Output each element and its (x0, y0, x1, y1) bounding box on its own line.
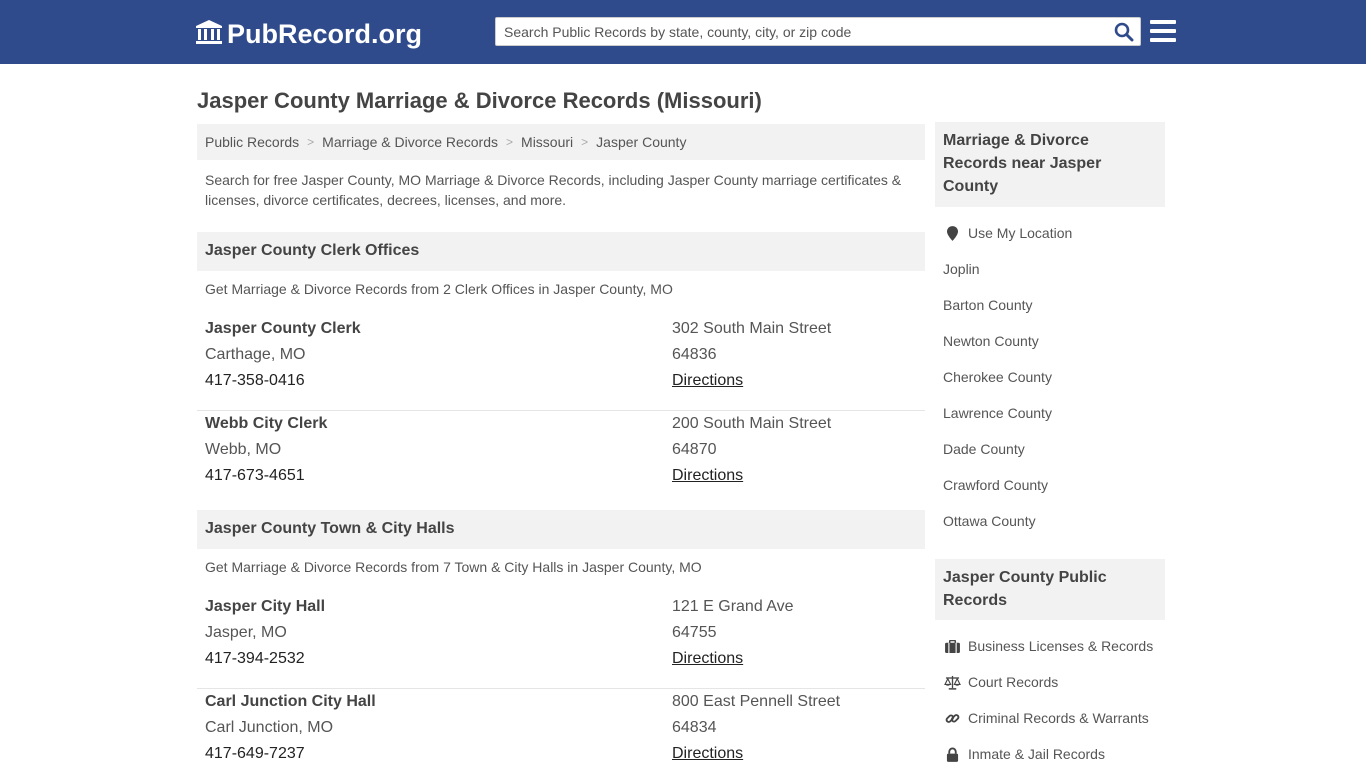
sidebar-item-lawrence-county[interactable]: Lawrence County (943, 395, 1072, 431)
breadcrumb-marriage-divorce[interactable]: Marriage & Divorce Records (322, 134, 498, 150)
sidebar-item-barton-county[interactable]: Barton County (943, 287, 1072, 323)
sidebar-item-label: Court Records (968, 674, 1059, 690)
directions-link[interactable]: Directions (672, 372, 743, 389)
office-phone[interactable]: 417-358-0416 (205, 368, 361, 394)
office-listing: Webb City Clerk Webb, MO 417-673-4651 20… (197, 411, 925, 506)
use-my-location-link[interactable]: Use My Location (943, 215, 1072, 251)
office-street: 121 E Grand Ave (672, 598, 794, 615)
breadcrumb-separator: > (581, 135, 589, 149)
sidebar-heading-public-records: Jasper County Public Records (935, 559, 1165, 620)
breadcrumb-separator: > (506, 135, 514, 149)
office-street: 200 South Main Street (672, 415, 832, 432)
office-name: Jasper City Hall (205, 598, 326, 615)
section-subtitle-city-halls: Get Marriage & Divorce Records from 7 To… (205, 559, 702, 575)
sidebar-item-criminal-records[interactable]: Criminal Records & Warrants (943, 700, 1153, 736)
office-city: Webb, MO (205, 441, 282, 458)
sidebar-nearby-list: Use My Location Joplin Barton County New… (943, 215, 1072, 539)
office-street: 302 South Main Street (672, 320, 832, 337)
office-city: Carthage, MO (205, 346, 306, 363)
office-listing: Jasper City Hall Jasper, MO 417-394-2532… (197, 594, 925, 689)
site-logo[interactable]: PubRecord.org (195, 18, 422, 50)
sidebar-item-court-records[interactable]: Court Records (943, 664, 1153, 700)
breadcrumb-jasper-county[interactable]: Jasper County (596, 134, 686, 150)
office-zip: 64836 (672, 346, 717, 363)
sidebar-item-joplin[interactable]: Joplin (943, 251, 1072, 287)
sidebar-item-inmate-jail[interactable]: Inmate & Jail Records (943, 736, 1153, 772)
link-icon (943, 710, 961, 726)
section-heading-city-halls: Jasper County Town & City Halls (197, 510, 925, 549)
sidebar-item-crawford-county[interactable]: Crawford County (943, 467, 1072, 503)
sidebar-item-cherokee-county[interactable]: Cherokee County (943, 359, 1072, 395)
office-zip: 64870 (672, 441, 717, 458)
office-zip: 64755 (672, 624, 717, 641)
lock-icon (943, 746, 961, 762)
sidebar-item-label: Inmate & Jail Records (968, 746, 1105, 762)
office-name: Jasper County Clerk (205, 320, 361, 337)
directions-link[interactable]: Directions (672, 745, 743, 762)
breadcrumb-missouri[interactable]: Missouri (521, 134, 573, 150)
office-street: 800 East Pennell Street (672, 693, 841, 710)
breadcrumb: Public Records > Marriage & Divorce Reco… (197, 124, 925, 160)
breadcrumb-public-records[interactable]: Public Records (205, 134, 299, 150)
sidebar-item-newton-county[interactable]: Newton County (943, 323, 1072, 359)
sidebar-item-label: Business Licenses & Records (968, 638, 1154, 654)
sidebar-item-dade-county[interactable]: Dade County (943, 431, 1072, 467)
office-city: Jasper, MO (205, 624, 287, 641)
top-navigation-bar: PubRecord.org (0, 0, 1366, 64)
sidebar-public-records-list: Business Licenses & Records Court Record… (943, 628, 1153, 772)
sidebar-item-business-licenses[interactable]: Business Licenses & Records (943, 628, 1153, 664)
directions-link[interactable]: Directions (672, 467, 743, 484)
office-name: Carl Junction City Hall (205, 693, 376, 710)
sidebar-item-label: Criminal Records & Warrants (968, 710, 1149, 726)
search-box (495, 17, 1141, 46)
office-zip: 64834 (672, 719, 717, 736)
courthouse-icon (195, 19, 227, 50)
office-name: Webb City Clerk (205, 415, 328, 432)
intro-text: Search for free Jasper County, MO Marria… (205, 172, 902, 208)
map-pin-icon (943, 225, 961, 241)
page-title: Jasper County Marriage & Divorce Records… (197, 88, 762, 113)
office-phone[interactable]: 417-394-2532 (205, 646, 325, 672)
directions-link[interactable]: Directions (672, 650, 743, 667)
office-city: Carl Junction, MO (205, 719, 334, 736)
hamburger-menu-icon[interactable] (1150, 20, 1176, 42)
briefcase-icon (943, 638, 961, 654)
section-subtitle-clerk-offices: Get Marriage & Divorce Records from 2 Cl… (205, 281, 673, 297)
section-heading-clerk-offices: Jasper County Clerk Offices (197, 232, 925, 271)
sidebar-item-ottawa-county[interactable]: Ottawa County (943, 503, 1072, 539)
office-listing: Jasper County Clerk Carthage, MO 417-358… (197, 316, 925, 411)
scales-icon (943, 674, 961, 690)
breadcrumb-separator: > (307, 135, 315, 149)
office-phone[interactable]: 417-673-4651 (205, 463, 327, 489)
logo-text: PubRecord.org (227, 18, 423, 49)
sidebar-heading-nearby: Marriage & Divorce Records near Jasper C… (935, 122, 1165, 207)
search-icon[interactable] (1114, 22, 1134, 42)
search-input[interactable] (496, 18, 1106, 45)
office-listing: Carl Junction City Hall Carl Junction, M… (197, 689, 925, 768)
use-my-location-label: Use My Location (968, 225, 1073, 241)
office-phone[interactable]: 417-649-7237 (205, 741, 376, 767)
